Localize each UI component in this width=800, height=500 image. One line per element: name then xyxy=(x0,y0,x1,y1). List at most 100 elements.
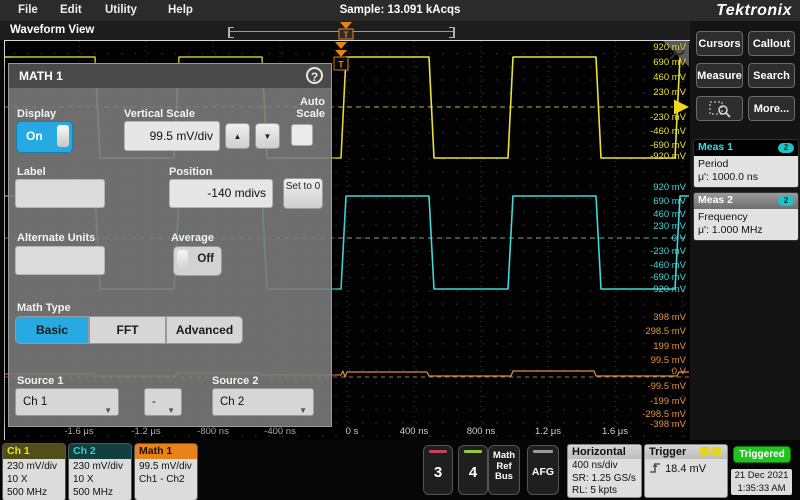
scale-label: 298.5 mV xyxy=(626,326,686,337)
meas2-type: Frequency xyxy=(698,211,794,224)
meas1-badge[interactable]: Meas 1 2 Period μ': 1000.0 ns xyxy=(693,139,799,188)
average-label: Average xyxy=(171,232,214,244)
ch3-button[interactable]: 3 xyxy=(423,445,453,495)
label-input[interactable] xyxy=(15,179,105,208)
scale-label: 460 mV xyxy=(626,72,686,83)
alternate-units-label: Alternate Units xyxy=(17,232,95,244)
tab-waveform-view[interactable]: Waveform View xyxy=(10,24,94,36)
scale-up-button[interactable]: ▲ xyxy=(225,123,250,149)
ch2-badge-body: 230 mV/div 10 X 500 MHz xyxy=(69,459,131,500)
math-ref-bus-l1: Math xyxy=(489,451,519,462)
vertical-scale-input[interactable]: 99.5 mV/div xyxy=(124,121,220,151)
scale-label: 398 mV xyxy=(626,312,686,323)
scale-label: -460 mV xyxy=(626,260,686,271)
trigger-title: Trigger xyxy=(649,446,686,458)
search-button[interactable]: Search xyxy=(748,63,795,88)
source1-dropdown[interactable]: Ch 1 ▼ xyxy=(15,388,119,416)
operator-dropdown[interactable]: - ▼ xyxy=(144,388,182,416)
scale-label: 690 mV xyxy=(626,57,686,68)
acquisition-bracket-right[interactable] xyxy=(449,27,455,38)
trigger-level: 18.4 mV xyxy=(665,463,706,475)
help-icon[interactable]: ? xyxy=(306,67,323,84)
time-label: 1.6 μs xyxy=(590,426,640,437)
ch4-color-line xyxy=(464,450,482,453)
afg-color-line xyxy=(533,450,553,453)
cursors-button[interactable]: Cursors xyxy=(696,31,743,56)
source1-value: Ch 1 xyxy=(23,396,47,408)
horizontal-sr: SR: 1.25 GS/s xyxy=(572,473,637,486)
chevron-down-icon: ▼ xyxy=(299,398,307,424)
math1-scale-value: 99.5 mV/div xyxy=(139,460,193,473)
vertical-scale-label: Vertical Scale xyxy=(124,108,195,120)
display-toggle[interactable]: On xyxy=(16,121,73,153)
scale-down-button[interactable]: ▼ xyxy=(255,123,280,149)
tab-strip: Waveform View T xyxy=(0,21,690,40)
ch1-badge[interactable]: Ch 1 230 mV/div 10 X 500 MHz xyxy=(2,443,66,500)
time-label: 0 s xyxy=(327,426,377,437)
source2-label: Source 2 xyxy=(212,375,258,387)
dialog-title-bar[interactable]: MATH 1 ? xyxy=(9,64,331,88)
scale-label: -460 mV xyxy=(626,126,686,137)
ch2-badge[interactable]: Ch 2 230 mV/div 10 X 500 MHz xyxy=(68,443,132,500)
alternate-units-input[interactable] xyxy=(15,246,105,275)
scale-label: 230 mV xyxy=(626,87,686,98)
time-label: -1.2 μs xyxy=(121,426,171,437)
math-type-basic-tab[interactable]: Basic xyxy=(15,316,89,344)
scale-label: 0 V xyxy=(626,233,686,244)
scale-label: -230 mV xyxy=(626,246,686,257)
sample-status: Sample: 13.091 kAcqs xyxy=(0,4,800,16)
meas2-header: Meas 2 2 xyxy=(694,193,798,209)
set-to-zero-button[interactable]: Set to 0 xyxy=(283,178,323,209)
meas1-type: Period xyxy=(698,158,794,171)
meas2-stat: μ': 1.000 MHz xyxy=(698,224,794,237)
time-value: 1:35:33 AM xyxy=(731,483,792,496)
scale-label: 230 mV xyxy=(626,221,686,232)
meas1-stat: μ': 1000.0 ns xyxy=(698,171,794,184)
zoom-select-button[interactable] xyxy=(696,96,743,121)
math-type-fft-tab[interactable]: FFT xyxy=(89,316,166,344)
time-label: 400 ns xyxy=(389,426,439,437)
datetime-badge: 21 Dec 2021 1:35:33 AM xyxy=(731,469,792,495)
auto-scale-checkbox[interactable] xyxy=(291,124,313,146)
trigger-indicator-arrow2 xyxy=(335,50,347,57)
more-button[interactable]: More... xyxy=(748,96,795,121)
ch4-label: 4 xyxy=(459,464,487,481)
meas1-count-pill: 2 xyxy=(778,143,794,153)
ch1-bw-value: 500 MHz xyxy=(7,486,61,499)
label-label: Label xyxy=(17,166,46,178)
ch3-label: 3 xyxy=(424,464,452,481)
time-label: 1.2 μs xyxy=(523,426,573,437)
trigger-panel[interactable]: Trigger 18.4 mV xyxy=(644,444,728,498)
trigger-glyph: T xyxy=(344,31,349,40)
meas2-title: Meas 2 xyxy=(698,194,733,206)
trigger-position-marker[interactable]: T xyxy=(335,21,357,40)
display-toggle-handle xyxy=(57,125,69,147)
source2-value: Ch 2 xyxy=(220,396,244,408)
acquisition-bracket-left[interactable] xyxy=(228,27,234,38)
horizontal-panel[interactable]: Horizontal 400 ns/div SR: 1.25 GS/s RL: … xyxy=(567,444,642,498)
math-ref-bus-button[interactable]: Math Ref Bus xyxy=(488,445,520,495)
position-input[interactable]: -140 mdivs xyxy=(169,179,273,208)
callout-button[interactable]: Callout xyxy=(748,31,795,56)
auto-scale-label: Auto Scale xyxy=(277,96,325,120)
ch3-color-line xyxy=(429,450,447,453)
source2-dropdown[interactable]: Ch 2 ▼ xyxy=(212,388,314,416)
scale-label: -690 mV xyxy=(626,140,686,151)
measure-button[interactable]: Measure xyxy=(696,63,743,88)
scale-label: 920 mV xyxy=(626,182,686,193)
meas2-badge[interactable]: Meas 2 2 Frequency μ': 1.000 MHz xyxy=(693,192,799,241)
scale-label: -99.5 mV xyxy=(626,381,686,392)
operator-value: - xyxy=(152,396,156,408)
trigger-arrow xyxy=(340,22,352,29)
average-toggle[interactable]: Off xyxy=(173,246,222,276)
ch1-badge-title: Ch 1 xyxy=(3,444,65,459)
scale-label: -920 mV xyxy=(626,151,686,162)
time-label: 800 ns xyxy=(456,426,506,437)
afg-button[interactable]: AFG xyxy=(527,445,559,495)
ch4-button[interactable]: 4 xyxy=(458,445,488,495)
zoom-select-icon xyxy=(708,100,732,118)
math1-badge[interactable]: Math 1 99.5 mV/div Ch1 - Ch2 xyxy=(134,443,198,500)
math-type-advanced-tab[interactable]: Advanced xyxy=(166,316,243,344)
ch1-scale-value: 230 mV/div xyxy=(7,460,61,473)
scale-label: 0 V xyxy=(626,366,686,377)
